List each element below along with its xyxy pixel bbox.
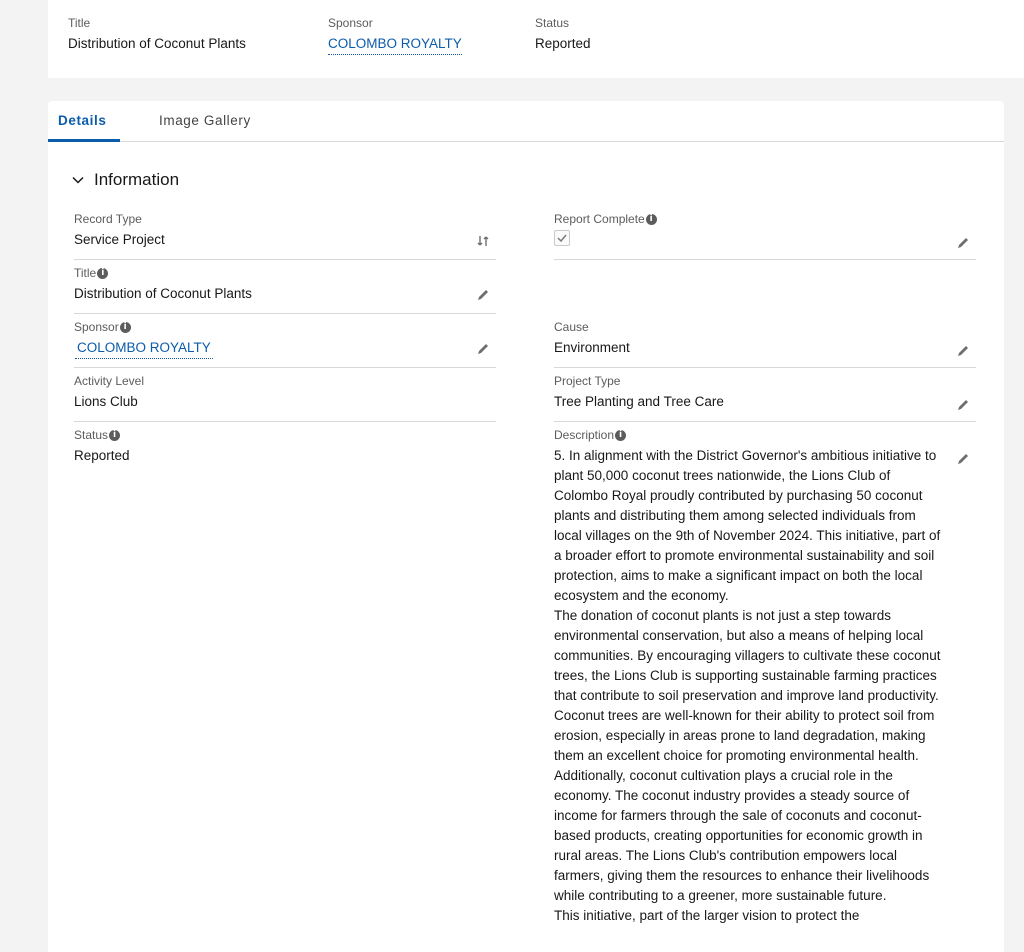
field-value: Distribution of Coconut Plants	[74, 286, 252, 301]
header-sponsor-field: Sponsor COLOMBO ROYALTY	[328, 16, 462, 55]
tab-image-gallery[interactable]: Image Gallery	[159, 113, 251, 128]
field-sponsor: Sponsor i COLOMBO ROYALTY	[74, 320, 496, 368]
field-value: Lions Club	[74, 394, 138, 409]
header-status-value: Reported	[535, 36, 591, 51]
header-sponsor-label: Sponsor	[328, 16, 373, 30]
field-label: Cause	[554, 320, 589, 334]
field-label: Sponsor i	[74, 320, 496, 334]
field-label-text: Status	[74, 428, 109, 442]
field-title: Title i Distribution of Coconut Plants	[74, 266, 496, 314]
header-title-label: Title	[68, 16, 91, 30]
details-card: Details Image Gallery Information Record…	[48, 101, 1004, 952]
field-cause: Cause Environment	[554, 320, 976, 368]
section-title: Information	[94, 170, 180, 189]
field-status: Status i Reported	[74, 428, 496, 464]
field-value: Tree Planting and Tree Care	[554, 394, 724, 409]
field-label: Record Type	[74, 212, 142, 226]
pencil-icon	[958, 238, 968, 248]
field-label-text: Sponsor	[74, 320, 119, 334]
field-project-type: Project Type Tree Planting and Tree Care	[554, 374, 976, 422]
info-icon[interactable]: i	[97, 267, 109, 279]
field-report-complete: Report Complete i	[554, 212, 976, 260]
field-value: Service Project	[74, 232, 165, 247]
swap-icon	[477, 236, 489, 246]
chevron-down-icon	[72, 176, 84, 184]
field-value: Environment	[554, 340, 630, 355]
edit-report-complete-button[interactable]	[956, 236, 970, 255]
header-sponsor-link[interactable]: COLOMBO ROYALTY	[328, 36, 462, 55]
field-label: Report Complete i	[554, 212, 976, 226]
field-label: Description i	[554, 428, 976, 442]
pencil-icon	[958, 400, 968, 410]
info-icon[interactable]: i	[119, 321, 131, 333]
info-icon[interactable]: i	[645, 213, 657, 225]
field-label-text: Title	[74, 266, 97, 280]
tab-bar: Details Image Gallery	[48, 101, 1004, 142]
header-status-label: Status	[535, 16, 570, 30]
info-icon[interactable]: i	[109, 429, 121, 441]
header-status-field: Status Reported	[535, 16, 591, 52]
active-tab-indicator	[48, 139, 120, 142]
section-toggle-information[interactable]: Information	[72, 170, 179, 190]
header-title-value: Distribution of Coconut Plants	[68, 36, 246, 51]
field-label: Project Type	[554, 374, 621, 388]
pencil-icon	[478, 290, 488, 300]
checkmark-icon	[557, 234, 567, 242]
change-record-type-button[interactable]	[476, 234, 490, 253]
field-activity-level: Activity Level Lions Club	[74, 374, 496, 422]
field-label: Activity Level	[74, 374, 145, 388]
field-record-type: Record Type Service Project	[74, 212, 496, 260]
pencil-icon	[478, 344, 488, 354]
field-value: Reported	[74, 448, 130, 463]
edit-description-button[interactable]	[956, 452, 970, 471]
edit-cause-button[interactable]	[956, 344, 970, 363]
field-label-text: Report Complete	[554, 212, 645, 226]
field-label-text: Description	[554, 428, 615, 442]
field-label: Title i	[74, 266, 496, 280]
tab-details[interactable]: Details	[58, 113, 106, 128]
report-complete-checkbox	[554, 230, 570, 246]
sponsor-link[interactable]: COLOMBO ROYALTY	[75, 340, 213, 359]
edit-sponsor-button[interactable]	[476, 342, 490, 361]
field-label: Status i	[74, 428, 496, 442]
field-description: Description i 5. In alignment with the Di…	[554, 428, 976, 926]
header-title-field: Title Distribution of Coconut Plants	[68, 16, 246, 52]
description-text: 5. In alignment with the District Govern…	[554, 448, 941, 923]
edit-project-type-button[interactable]	[956, 398, 970, 417]
pencil-icon	[958, 346, 968, 356]
edit-title-button[interactable]	[476, 288, 490, 307]
pencil-icon	[958, 454, 968, 464]
info-icon[interactable]: i	[615, 429, 627, 441]
record-header: Title Distribution of Coconut Plants Spo…	[48, 0, 1024, 78]
